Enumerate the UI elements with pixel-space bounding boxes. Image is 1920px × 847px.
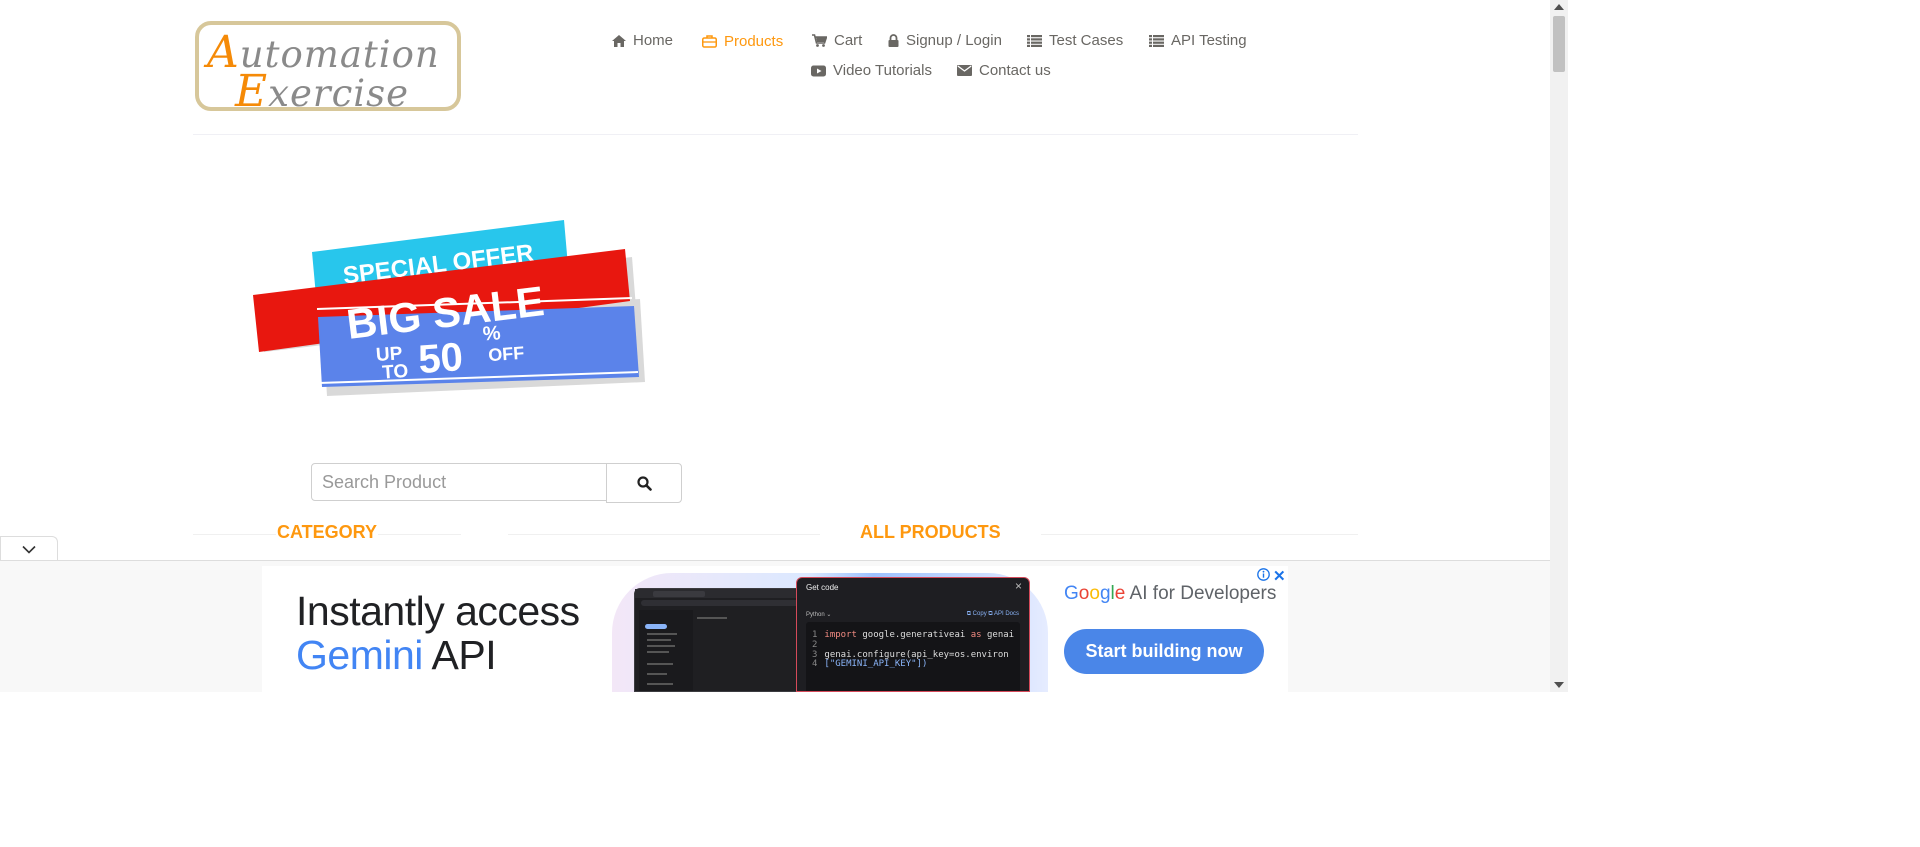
ad-code-actions: ⧉ Copy ⧉ API Docs [966,611,1019,617]
nav-contact-us[interactable]: Contact us [957,62,1051,79]
ad-brand: Google AI for Developers [1064,583,1277,604]
ad-code-panel: Get code × Python ⌄ ⧉ Copy ⧉ API Docs 1i… [796,577,1030,692]
category-title: CATEGORY [276,522,379,543]
advertisement[interactable]: Instantly access Gemini API Get code × P… [262,566,1288,692]
ad-info-icon[interactable] [1257,568,1270,581]
nav-home-label: Home [633,32,674,49]
nav-cart[interactable]: Cart [812,32,862,49]
banner-off: OFF [488,343,525,365]
ad-code-close-icon: × [1014,579,1022,593]
nav-contact-us-label: Contact us [979,62,1051,79]
scrollbar-thumb[interactable] [1553,16,1565,72]
list-icon [1027,34,1042,47]
ad-headline-line2: Gemini API [296,632,497,679]
code-line: 4 ["GEMINI_API_KEY"]) [812,659,928,669]
search-product-input[interactable] [311,463,607,501]
cart-icon [812,34,827,47]
ad-headline-api: API [422,632,497,678]
ad-start-building-button[interactable]: Start building now [1064,629,1264,674]
lock-icon [888,34,899,47]
nav-home[interactable]: Home [612,32,673,49]
ad-code-lang: Python ⌄ [806,612,832,618]
nav-signup-login-label: Signup / Login [906,32,1002,49]
scroll-up-arrow-icon[interactable] [1554,4,1564,10]
code-line: 1 import google.generativeai as genai [812,630,1015,640]
list-icon [1149,34,1164,47]
logo-text-exercise: xercise [268,72,410,115]
header-divider [193,134,1358,135]
search-submit-button[interactable] [606,463,682,503]
all-products-title: ALL PRODUCTS [820,522,1041,543]
youtube-play-icon [811,65,826,76]
nav-video-tutorials-label: Video Tutorials [833,62,932,79]
nav-test-cases[interactable]: Test Cases [1027,32,1123,49]
nav-video-tutorials[interactable]: Video Tutorials [811,62,932,79]
nav-products-label: Products [724,33,784,50]
ad-code-body: 1 import google.generativeai as genai 2 3… [806,622,1020,691]
banner-to: TO [382,361,409,384]
chevron-down-icon [22,545,36,554]
scroll-down-arrow-icon[interactable] [1554,682,1564,688]
ad-close-icon[interactable]: ✕ [1273,567,1286,585]
nav-cart-label: Cart [834,32,863,49]
nav-api-testing-label: API Testing [1171,32,1247,49]
nav-signup-login[interactable]: Signup / Login [888,32,1002,49]
ad-headline-line1: Instantly access [296,588,580,634]
ad-collapse-toggle[interactable] [0,536,58,561]
nav-api-testing[interactable]: API Testing [1149,32,1247,49]
logo-line-2: Exercise [235,66,409,117]
sale-banner: SPECIAL OFFER BIG SALE UP TO 50 % OFF [253,220,645,396]
code-line: 2 [812,640,818,650]
nav-test-cases-label: Test Cases [1049,32,1124,49]
site-logo[interactable]: Automation Exercise [195,21,461,117]
ad-headline-gemini: Gemini [296,632,423,678]
ad-code-title: Get code [806,583,839,592]
banner-percent: % [482,322,501,345]
search-icon [636,475,652,491]
home-icon [612,34,626,47]
briefcase-icon [702,35,717,48]
nav-products[interactable]: Products [702,33,783,50]
logo-cap-e: E [235,66,269,117]
ad-brand-suffix: AI for Developers [1125,583,1277,604]
envelope-icon [957,65,972,76]
page-scrollbar[interactable] [1550,0,1568,692]
banner-fifty: 50 [417,335,464,382]
